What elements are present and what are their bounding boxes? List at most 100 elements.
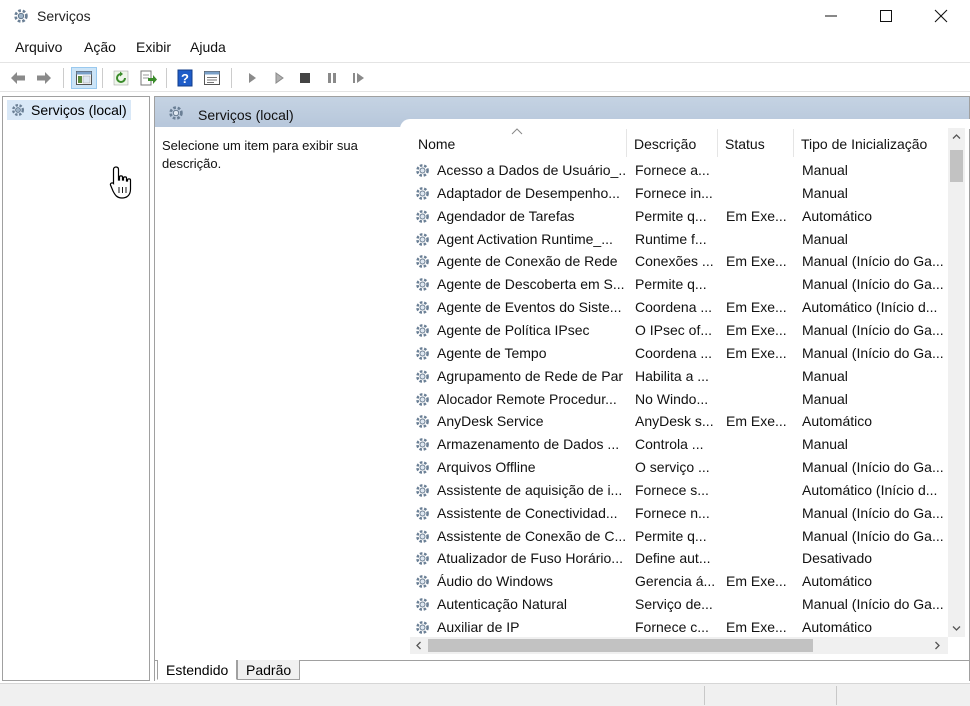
show-console-tree-button[interactable] [71, 67, 97, 89]
scroll-right-button[interactable] [929, 637, 946, 654]
service-startup-type: Manual (Início do Ga... [802, 253, 944, 270]
maximize-button[interactable] [863, 0, 909, 32]
service-name: Agente de Eventos do Siste... [437, 299, 622, 316]
column-divider[interactable] [717, 129, 718, 157]
service-description: Gerencia á... [635, 573, 716, 590]
menu-bar: Arquivo Ação Exibir Ajuda [0, 36, 970, 58]
table-row[interactable]: Assistente de Conectividad... Fornece n..… [410, 502, 946, 524]
play-outline-icon [275, 72, 284, 84]
toolbar: ? [0, 62, 970, 92]
status-bar [0, 683, 970, 706]
service-status: Em Exe... [726, 207, 787, 224]
table-row[interactable]: Assistente de Conexão de C... Permite q..… [410, 525, 946, 547]
scroll-left-button[interactable] [410, 637, 427, 654]
gear-icon [12, 104, 24, 116]
table-row[interactable]: Agente de Tempo Coordena ... Em Exe... Manu… [410, 342, 946, 364]
vertical-scroll-thumb[interactable] [950, 150, 963, 182]
table-row[interactable]: Agendador de Tarefas Permite q... Em Exe..… [410, 205, 946, 227]
minimize-button[interactable] [808, 0, 854, 32]
service-gear-icon [416, 438, 429, 452]
table-row[interactable]: Atualizador de Fuso Horário... Define aut… [410, 547, 946, 569]
vertical-scrollbar[interactable] [948, 128, 965, 637]
service-name: Arquivos Offline [437, 459, 536, 476]
table-row[interactable]: Assistente de aquisição de i... Fornece s… [410, 479, 946, 501]
horizontal-scroll-thumb[interactable] [428, 639, 813, 652]
column-header-nome[interactable]: Nome [418, 131, 623, 157]
close-button[interactable] [918, 0, 964, 32]
service-startup-type: Manual (Início do Ga... [802, 459, 944, 476]
table-row[interactable]: Alocador Remote Procedur... No Windo... Ma… [410, 388, 946, 410]
stop-service-button[interactable] [294, 67, 316, 89]
table-row[interactable]: Autenticação Natural Serviço de... Manual … [410, 593, 946, 615]
column-divider[interactable] [626, 129, 627, 157]
service-description: Fornece s... [635, 481, 709, 498]
table-row[interactable]: Arquivos Offline O serviço ... Manual (Iní… [410, 456, 946, 478]
service-startup-type: Manual (Início do Ga... [802, 596, 944, 613]
tab-estendido[interactable]: Estendido [157, 660, 238, 680]
service-name: Agente de Política IPsec [437, 321, 590, 338]
table-row[interactable]: Agent Activation Runtime_... Runtime f...… [410, 228, 946, 250]
service-status: Em Exe... [726, 321, 787, 338]
tree-item-services-local[interactable]: Serviços (local) [7, 100, 131, 120]
table-row[interactable]: Agente de Descoberta em S... Permite q...… [410, 273, 946, 295]
service-startup-type: Manual [802, 367, 848, 384]
tab-padrao[interactable]: Padrão [237, 660, 301, 680]
column-header-descricao[interactable]: Descrição [634, 131, 719, 157]
pause-service-button[interactable] [321, 67, 343, 89]
restart-service-button[interactable] [348, 67, 370, 89]
column-header-status[interactable]: Status [725, 131, 795, 157]
scroll-down-button[interactable] [948, 620, 965, 637]
service-name: Agendador de Tarefas [437, 207, 575, 224]
service-status: Em Exe... [726, 619, 787, 635]
menu-acao[interactable]: Ação [84, 39, 116, 55]
table-row[interactable]: AnyDesk Service AnyDesk s... Em Exe... Auto… [410, 410, 946, 432]
service-name: Agrupamento de Rede de Par [437, 367, 624, 384]
table-row[interactable]: Agente de Eventos do Siste... Coordena ..… [410, 296, 946, 318]
svg-text:?: ? [181, 71, 189, 86]
table-row[interactable]: Agente de Conexão de Rede Conexões ... Em … [410, 250, 946, 272]
table-row[interactable]: Agrupamento de Rede de Par Habilita a ...… [410, 365, 946, 387]
details-pane: Serviços (local) Selecione um item para … [154, 96, 970, 682]
refresh-button[interactable] [110, 67, 132, 89]
status-separator [704, 686, 705, 705]
toolbar-separator [102, 68, 103, 88]
menu-exibir[interactable]: Exibir [136, 39, 171, 55]
back-button[interactable] [7, 67, 29, 89]
table-row[interactable]: Adaptador de Desempenho... Fornece in... M… [410, 182, 946, 204]
export-list-button[interactable] [137, 67, 159, 89]
export-list-icon [140, 70, 157, 86]
scroll-up-button[interactable] [948, 128, 965, 145]
arrow-left-icon [11, 72, 25, 84]
chevron-right-icon [935, 641, 940, 650]
table-row[interactable]: Auxiliar de IP Fornece c... Em Exe... Autom… [410, 616, 946, 638]
view-tabs: Estendido Padrão [155, 660, 969, 682]
service-description: Fornece n... [635, 504, 710, 521]
table-row[interactable]: Acesso a Dados de Usuário_... Fornece a..… [410, 159, 946, 181]
service-description: Fornece c... [635, 619, 709, 635]
service-name: Armazenamento de Dados ... [437, 436, 620, 453]
minimize-icon [825, 15, 837, 17]
service-startup-type: Manual [802, 184, 848, 201]
service-name: Agent Activation Runtime_... [437, 230, 613, 247]
service-name: Assistente de Conexão de C... [437, 527, 625, 544]
table-row[interactable]: Armazenamento de Dados ... Controla ... Ma… [410, 433, 946, 455]
start-service-alt-button[interactable] [268, 67, 290, 89]
help-button[interactable]: ? [174, 67, 196, 89]
arrow-right-icon [37, 72, 51, 84]
table-row[interactable]: Agente de Política IPsec O IPsec of... Em … [410, 319, 946, 341]
start-service-button[interactable] [241, 67, 263, 89]
properties-button[interactable] [201, 67, 223, 89]
forward-button[interactable] [33, 67, 55, 89]
service-name: Adaptador de Desempenho... [437, 184, 620, 201]
table-row[interactable]: Áudio do Windows Gerencia á... Em Exe... Au… [410, 570, 946, 592]
service-gear-icon [416, 186, 429, 200]
service-name: Alocador Remote Procedur... [437, 390, 617, 407]
horizontal-scrollbar[interactable] [410, 637, 948, 654]
column-divider[interactable] [793, 129, 794, 157]
column-header-tipo-inicializacao[interactable]: Tipo de Inicialização [801, 131, 951, 157]
pane-title: Serviços (local) [198, 107, 294, 123]
service-startup-type: Manual (Início do Ga... [802, 527, 944, 544]
menu-ajuda[interactable]: Ajuda [190, 39, 226, 55]
service-gear-icon [416, 164, 429, 177]
menu-arquivo[interactable]: Arquivo [15, 39, 62, 55]
